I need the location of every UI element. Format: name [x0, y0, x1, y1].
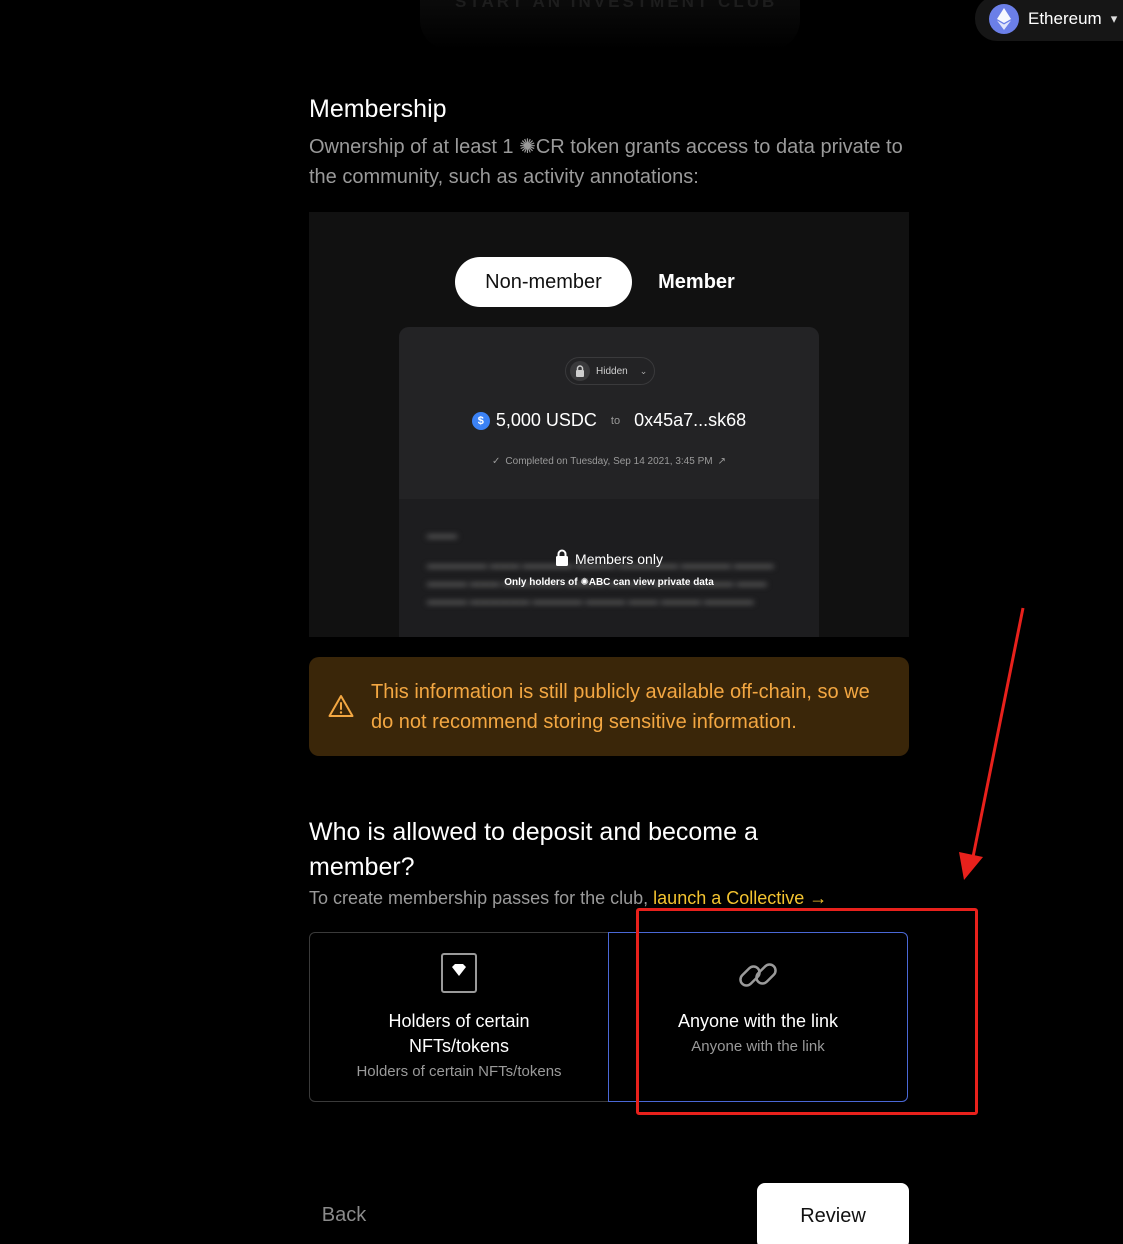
completed-text: Completed on Tuesday, Sep 14 2021, 3:45 … [505, 456, 713, 467]
visibility-pill: Hidden ⌄ [565, 357, 655, 385]
lock-icon [570, 361, 590, 381]
deposit-question-title: Who is allowed to deposit and become a m… [309, 818, 758, 881]
transfer-amount: 5,000 USDC [495, 410, 597, 430]
option-nft-subtitle: Holders of certain NFTs/tokens [356, 1063, 562, 1080]
blurred-note-label: ▬▬▬ [427, 530, 457, 541]
transfer-address: 0x45a7...sk68 [634, 410, 747, 430]
warning-icon [328, 694, 354, 723]
back-button[interactable]: Back [309, 1195, 379, 1235]
option-nft-holders[interactable]: Holders of certain NFTs/tokens Holders o… [309, 932, 609, 1102]
transfer-to-label: to [610, 414, 621, 427]
page-heading: START AN INVESTMENT CLUB [455, 0, 778, 11]
membership-preview: Non-member Member Hidden ⌄ $ 5,000 USDC … [309, 212, 909, 637]
members-only-description: Only holders of ✺ABC can view private da… [504, 577, 714, 588]
deposit-question-subtitle: To create membership passes for the club… [309, 888, 827, 909]
check-icon: ✓ [492, 456, 501, 467]
review-button[interactable]: Review [757, 1183, 909, 1244]
lock-icon [555, 549, 569, 569]
subtitle-text: To create membership passes for the club… [309, 888, 654, 908]
warning-text: This information is still publicly avail… [371, 681, 870, 733]
chevron-down-icon: ▾ [1110, 10, 1118, 26]
completed-status: ✓ Completed on Tuesday, Sep 14 2021, 3:4… [399, 456, 819, 467]
ethereum-icon [989, 3, 1019, 34]
members-only-label: Members only [575, 551, 663, 567]
preview-transaction-card: Hidden ⌄ $ 5,000 USDC to 0x45a7...sk68 ✓… [399, 327, 819, 637]
members-only-overlay: Members only [399, 549, 819, 569]
network-selector[interactable]: Ethereum ▾ [975, 0, 1123, 41]
chevron-down-icon: ⌄ [639, 365, 648, 376]
tab-non-member[interactable]: Non-member [455, 257, 632, 307]
tab-member[interactable]: Member [639, 257, 754, 307]
launch-collective-link[interactable]: launch a Collective → [653, 888, 827, 908]
network-label: Ethereum [1028, 8, 1102, 28]
transfer-summary: $ 5,000 USDC to 0x45a7...sk68 [469, 410, 749, 431]
external-link-icon: ↗ [717, 456, 726, 467]
visibility-label: Hidden [596, 365, 628, 377]
annotation-highlight-box [636, 908, 978, 1115]
usdc-icon: $ [471, 411, 490, 430]
warning-banner: This information is still publicly avail… [309, 657, 909, 756]
option-nft-title: Holders of certain NFTs/tokens [388, 1011, 530, 1056]
membership-title: Membership [309, 95, 447, 123]
nft-diamond-icon [441, 953, 477, 998]
annotation-arrow [959, 607, 1025, 880]
membership-description: Ownership of at least 1 ✺CR token grants… [309, 136, 903, 188]
